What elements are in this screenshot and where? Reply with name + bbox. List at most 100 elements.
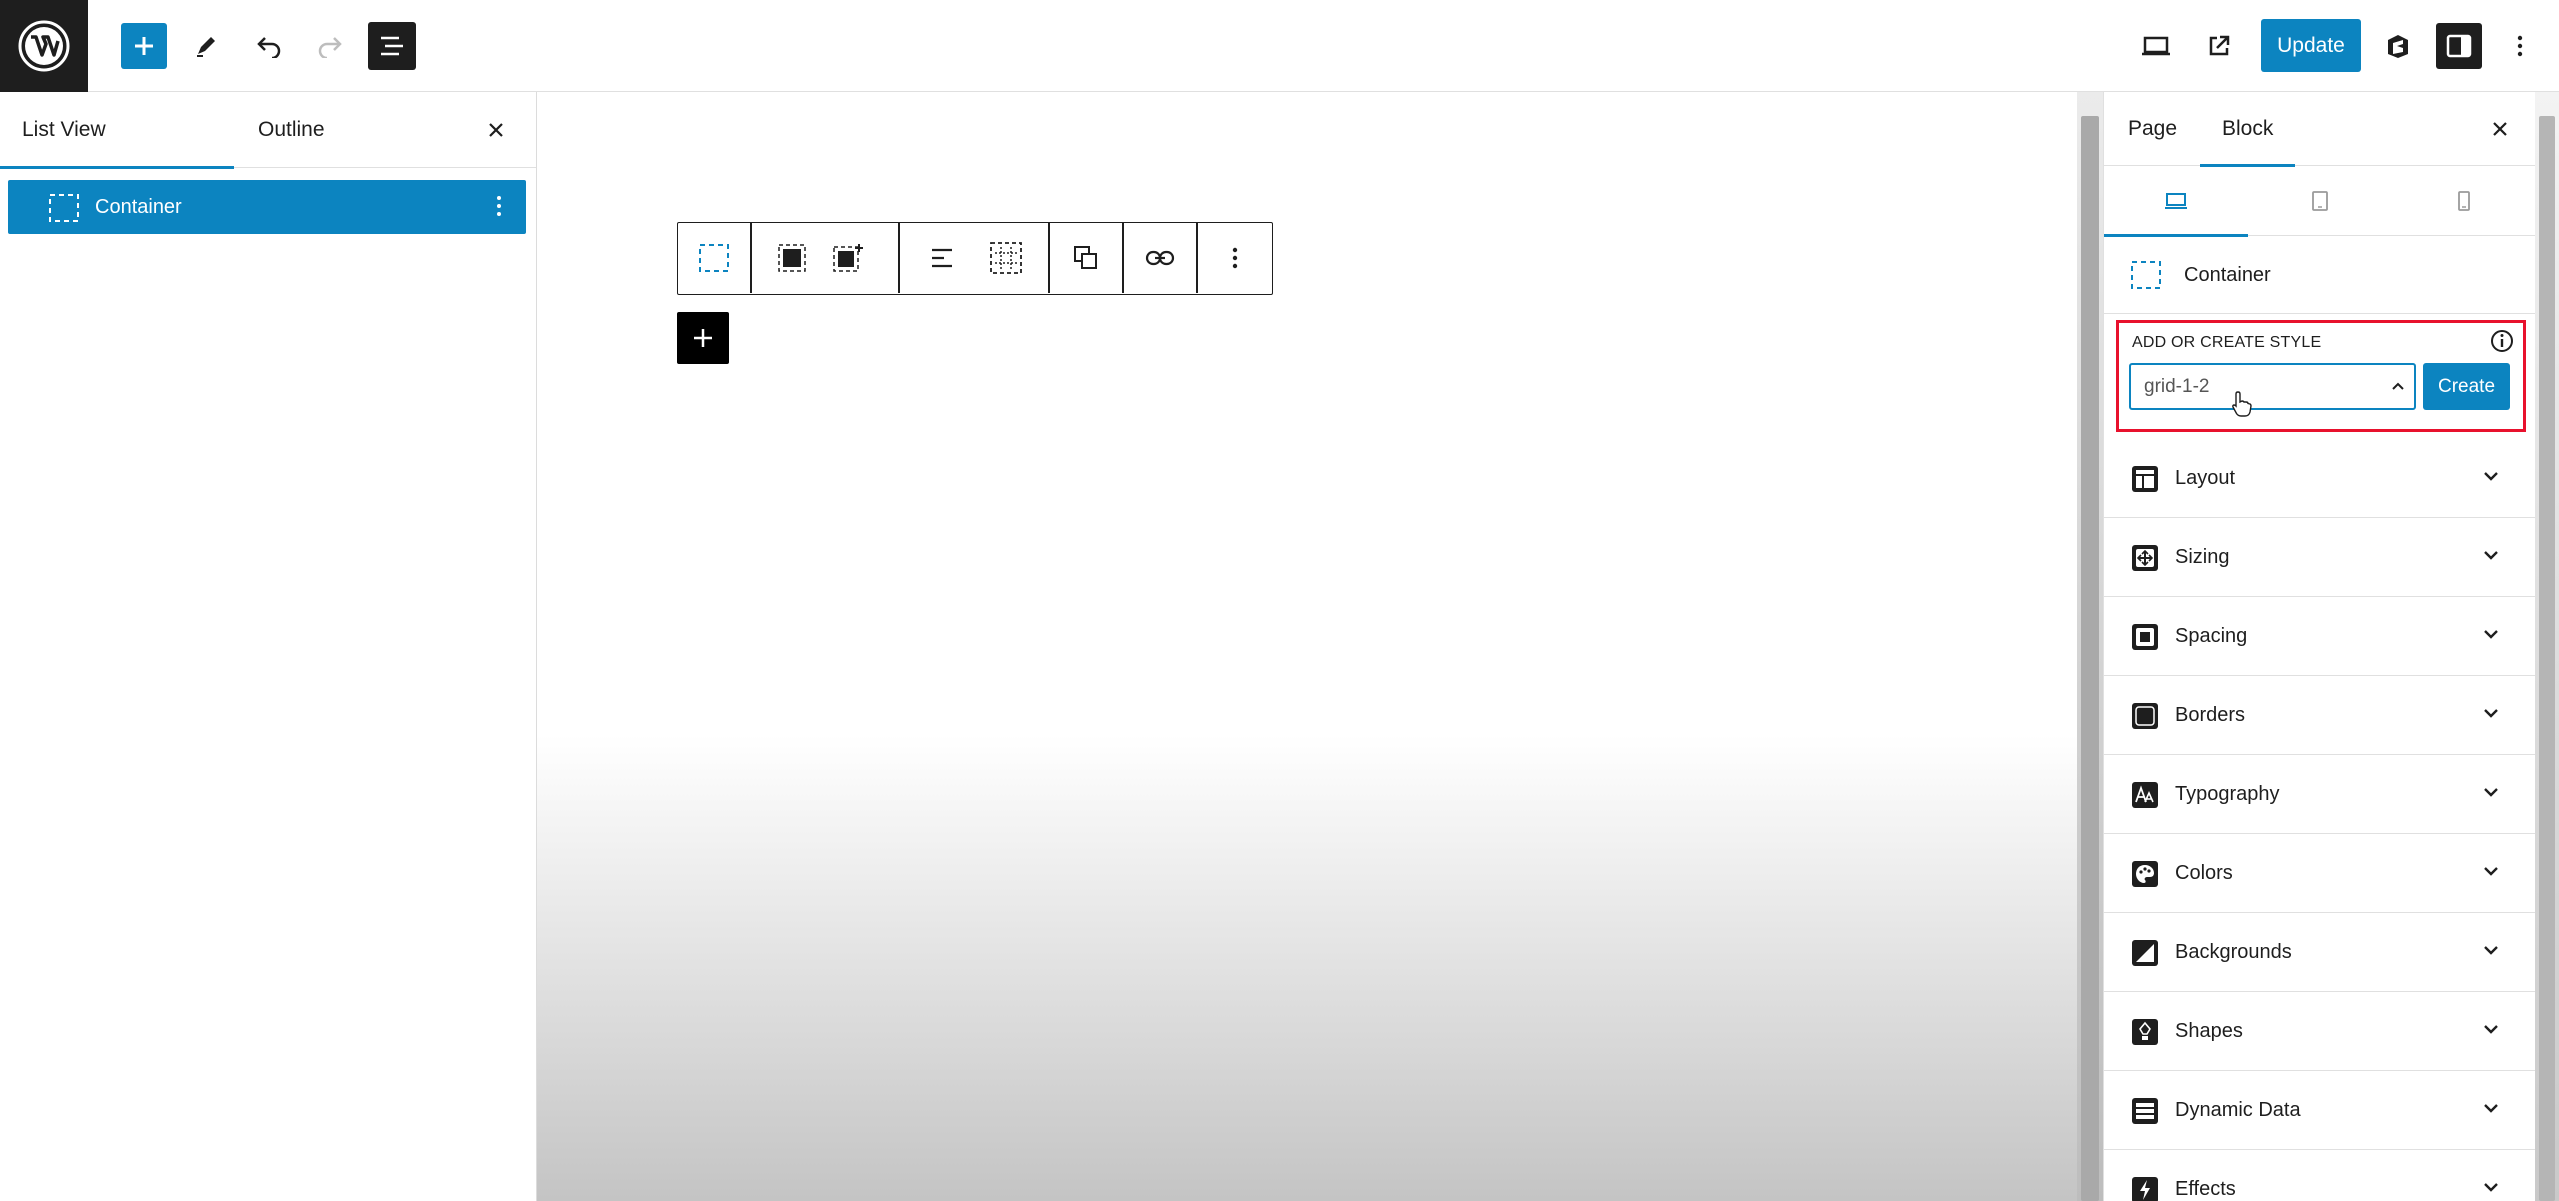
palette-icon bbox=[2132, 861, 2158, 887]
tab-list-view[interactable]: List View bbox=[0, 92, 234, 169]
update-button[interactable]: Update bbox=[2261, 19, 2361, 72]
device-desktop-button[interactable] bbox=[2104, 166, 2248, 237]
tab-page[interactable]: Page bbox=[2128, 92, 2177, 166]
settings-sidebar-toggle[interactable] bbox=[2436, 23, 2482, 69]
undo-icon bbox=[257, 37, 281, 58]
close-list-view-button[interactable] bbox=[482, 116, 510, 144]
link-button[interactable] bbox=[1124, 223, 1196, 293]
settings-scrollbar[interactable] bbox=[2535, 92, 2559, 1201]
style-name-input[interactable] bbox=[2129, 363, 2416, 410]
panel-spacing[interactable]: Spacing bbox=[2104, 597, 2536, 676]
block-add-icon bbox=[833, 244, 863, 272]
tab-outline[interactable]: Outline bbox=[258, 92, 325, 168]
tab-outline-label: Outline bbox=[258, 118, 325, 141]
spacing-icon bbox=[2132, 624, 2158, 650]
info-icon[interactable] bbox=[2489, 328, 2515, 354]
more-vertical-icon bbox=[1232, 247, 1238, 269]
panel-effects[interactable]: Effects bbox=[2104, 1150, 2536, 1201]
chevron-down-icon bbox=[2484, 788, 2498, 797]
align-button[interactable] bbox=[914, 223, 970, 293]
panel-colors-label: Colors bbox=[2175, 862, 2233, 884]
tab-block[interactable]: Block bbox=[2199, 92, 2296, 167]
settings-tabs: Page Block bbox=[2104, 92, 2536, 167]
block-appender-button[interactable] bbox=[677, 312, 729, 364]
view-page-button[interactable] bbox=[2196, 23, 2242, 69]
block-card: Container bbox=[2104, 236, 2536, 314]
panel-shapes[interactable]: Shapes bbox=[2104, 992, 2536, 1071]
style-selector-highlight: ADD OR CREATE STYLE Create bbox=[2116, 320, 2526, 432]
duplicate-button[interactable] bbox=[1050, 223, 1122, 293]
panel-shapes-label: Shapes bbox=[2175, 1020, 2243, 1042]
wordpress-logo[interactable] bbox=[0, 0, 88, 92]
panel-dynamic-data[interactable]: Dynamic Data bbox=[2104, 1071, 2536, 1150]
tablet-icon bbox=[2312, 191, 2328, 211]
chevron-down-icon bbox=[2484, 867, 2498, 876]
list-view-panel: List View Outline Container bbox=[0, 92, 537, 1201]
plugin-logo-button[interactable] bbox=[2375, 23, 2421, 69]
select-parent-button[interactable] bbox=[768, 223, 816, 293]
create-style-button[interactable]: Create bbox=[2423, 363, 2510, 410]
plus-icon bbox=[135, 37, 153, 55]
panel-layout-label: Layout bbox=[2175, 467, 2236, 489]
chevron-up-icon[interactable] bbox=[2391, 381, 2405, 391]
chevron-down-icon bbox=[2484, 1183, 2498, 1192]
grid-layout-button[interactable] bbox=[978, 223, 1034, 293]
close-settings-button[interactable] bbox=[2486, 115, 2514, 143]
panel-dynamic-data-label: Dynamic Data bbox=[2175, 1099, 2301, 1121]
container-block-icon bbox=[699, 244, 729, 272]
panel-effects-label: Effects bbox=[2175, 1178, 2236, 1200]
chevron-down-icon bbox=[2484, 551, 2498, 560]
panel-colors[interactable]: Colors bbox=[2104, 834, 2536, 913]
list-item-label: Container bbox=[95, 195, 182, 218]
more-vertical-icon bbox=[2517, 35, 2523, 57]
device-mobile-button[interactable] bbox=[2392, 166, 2536, 236]
panel-borders-label: Borders bbox=[2175, 704, 2246, 726]
list-item[interactable]: Container bbox=[8, 180, 526, 234]
options-menu-button[interactable] bbox=[2502, 23, 2538, 69]
block-card-title: Container bbox=[2184, 263, 2271, 286]
panel-sizing[interactable]: Sizing bbox=[2104, 518, 2536, 597]
panel-borders[interactable]: Borders bbox=[2104, 676, 2536, 755]
plugin-logo-icon bbox=[2388, 35, 2408, 58]
duplicate-icon bbox=[1074, 246, 1097, 269]
align-left-icon bbox=[932, 248, 952, 268]
add-inner-block-button[interactable] bbox=[824, 223, 872, 293]
block-type-button[interactable] bbox=[678, 223, 750, 293]
panel-spacing-label: Spacing bbox=[2175, 625, 2248, 647]
device-tablet-button[interactable] bbox=[2248, 166, 2392, 236]
block-options-button[interactable] bbox=[1198, 223, 1272, 293]
block-inserter-button[interactable] bbox=[121, 23, 167, 69]
panel-typography[interactable]: Typography bbox=[2104, 755, 2536, 834]
canvas-scrollbar-thumb[interactable] bbox=[2081, 116, 2099, 1201]
settings-scrollbar-thumb[interactable] bbox=[2539, 116, 2555, 1201]
tab-page-label: Page bbox=[2128, 117, 2178, 140]
background-icon bbox=[2132, 940, 2158, 966]
preview-button[interactable] bbox=[2133, 23, 2179, 69]
toolbar-divider bbox=[898, 223, 900, 293]
document-overview-icon bbox=[381, 36, 403, 56]
pencil-icon bbox=[197, 37, 215, 57]
panel-backgrounds[interactable]: Backgrounds bbox=[2104, 913, 2536, 992]
canvas-scrollbar[interactable] bbox=[2077, 92, 2103, 1201]
panel-sizing-label: Sizing bbox=[2175, 546, 2230, 568]
more-vertical-icon[interactable] bbox=[496, 193, 502, 219]
chevron-down-icon bbox=[2484, 946, 2498, 955]
redo-button[interactable] bbox=[307, 23, 353, 69]
device-switcher bbox=[2104, 166, 2536, 237]
tab-list-view-label: List View bbox=[22, 118, 106, 141]
tools-button[interactable] bbox=[183, 23, 229, 69]
list-view-tabs: List View Outline bbox=[0, 92, 536, 169]
document-overview-button[interactable] bbox=[368, 22, 416, 70]
container-block-icon bbox=[2131, 261, 2161, 289]
undo-button[interactable] bbox=[246, 23, 292, 69]
panel-layout[interactable]: Layout bbox=[2104, 439, 2536, 518]
block-toolbar bbox=[677, 222, 1273, 295]
close-icon bbox=[2493, 122, 2507, 136]
sizing-icon bbox=[2132, 545, 2158, 571]
container-block-icon bbox=[49, 194, 79, 222]
toolbar-divider bbox=[750, 223, 752, 293]
chevron-down-icon bbox=[2484, 472, 2498, 481]
block-fill-icon bbox=[778, 244, 806, 272]
chevron-down-icon bbox=[2484, 1025, 2498, 1034]
hand-cursor-icon bbox=[2232, 391, 2252, 417]
